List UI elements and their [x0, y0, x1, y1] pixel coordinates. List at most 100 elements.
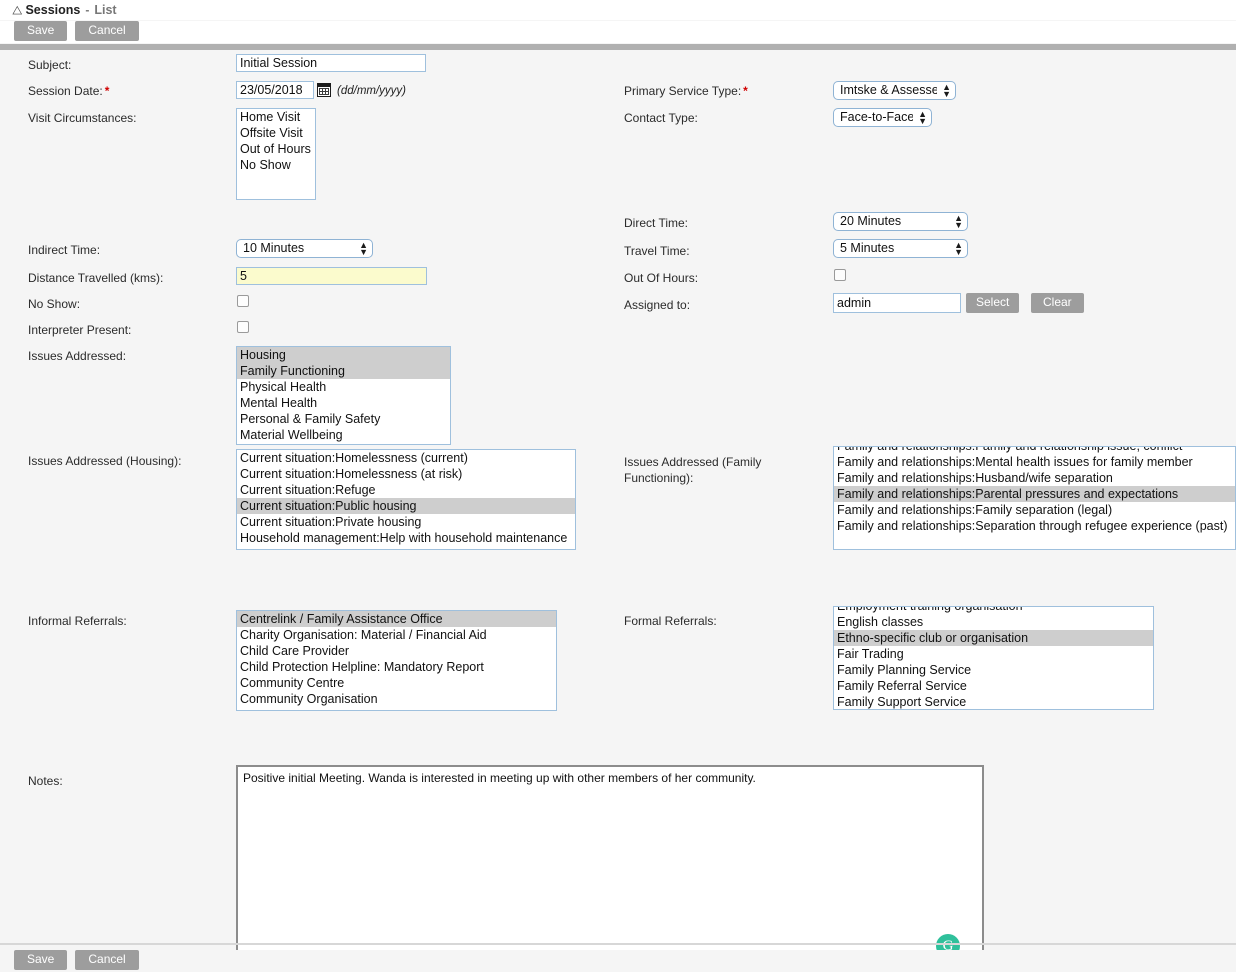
list-item[interactable]: Mental Health: [237, 395, 450, 411]
direct-time-select[interactable]: 20 Minutes: [833, 212, 968, 231]
list-item[interactable]: Family and relationships:Separation thro…: [834, 518, 1235, 534]
list-item[interactable]: Family and relationships:Family and rela…: [834, 447, 1235, 454]
list-item[interactable]: Personal & Family Safety: [237, 411, 450, 427]
subject-input[interactable]: [236, 54, 426, 72]
no-show-checkbox[interactable]: [237, 295, 249, 307]
issues-family-functioning-listbox[interactable]: Family and relationships:Family and rela…: [833, 446, 1236, 550]
no-show-label: No Show:: [28, 297, 81, 311]
save-button-bottom[interactable]: Save: [14, 950, 68, 970]
footer-divider: [0, 943, 1236, 945]
top-button-bar: Save Cancel: [0, 21, 1236, 43]
list-item[interactable]: Family and relationships:Parental pressu…: [834, 486, 1235, 502]
list-item[interactable]: Family and relationships:Husband/wife se…: [834, 470, 1235, 486]
contact-type-select[interactable]: Face-to-Face: [833, 108, 932, 127]
calendar-icon[interactable]: [317, 83, 331, 97]
header-divider: [0, 44, 1236, 50]
contact-type-label: Contact Type:: [624, 111, 698, 125]
list-item[interactable]: Family Referral Service: [834, 678, 1153, 694]
session-date-input[interactable]: [236, 81, 314, 99]
list-item[interactable]: Ethno-specific club or organisation: [834, 630, 1153, 646]
list-item[interactable]: Family Functioning: [237, 363, 450, 379]
list-item[interactable]: Community Centre: [237, 675, 556, 691]
out-of-hours-checkbox[interactable]: [834, 269, 846, 281]
primary-service-type-label-text: Primary Service Type:: [624, 84, 742, 98]
list-item[interactable]: Out of Hours: [237, 141, 315, 157]
assigned-to-label: Assigned to:: [624, 298, 691, 312]
notes-label: Notes:: [28, 774, 63, 788]
travel-time-label: Travel Time:: [624, 244, 690, 258]
list-item[interactable]: Home Visit: [237, 109, 315, 125]
travel-time-select-wrap: 5 Minutes ▲ ▼: [833, 239, 968, 258]
list-item[interactable]: Housing: [237, 347, 450, 363]
travel-time-select[interactable]: 5 Minutes: [833, 239, 968, 258]
indirect-time-label: Indirect Time:: [28, 243, 101, 257]
session-date-required-mark: *: [104, 84, 110, 98]
notes-textarea[interactable]: Positive initial Meeting. Wanda is inter…: [236, 765, 984, 972]
formal-referrals-label: Formal Referrals:: [624, 614, 717, 628]
interpreter-present-label: Interpreter Present:: [28, 323, 132, 337]
list-item[interactable]: Current situation:Public housing: [237, 498, 575, 514]
distance-travelled-label: Distance Travelled (kms):: [28, 271, 164, 285]
list-item[interactable]: Offsite Visit: [237, 125, 315, 141]
formal-referrals-listbox[interactable]: Employment training organisation English…: [833, 606, 1154, 710]
cancel-button-top[interactable]: Cancel: [75, 21, 139, 41]
list-item[interactable]: Current situation:Private housing: [237, 514, 575, 530]
notes-field-wrap: Positive initial Meeting. Wanda is inter…: [236, 765, 984, 972]
list-item[interactable]: Child Care Provider: [237, 643, 556, 659]
informal-referrals-listbox[interactable]: Centrelink / Family Assistance Office Ch…: [236, 610, 557, 711]
visit-circumstances-label: Visit Circumstances:: [28, 111, 137, 125]
session-date-format-hint: (dd/mm/yyyy): [337, 85, 406, 97]
list-item[interactable]: Current situation:Homelessness (current): [237, 450, 575, 466]
out-of-hours-label: Out Of Hours:: [624, 271, 699, 285]
list-item[interactable]: English classes: [834, 614, 1153, 630]
bottom-button-bar: Save Cancel: [0, 950, 1236, 972]
distance-travelled-input[interactable]: [236, 267, 427, 285]
issues-family-functioning-label-text: Issues Addressed (Family Functioning):: [624, 455, 762, 485]
primary-service-type-select[interactable]: Imtske & Assesse: [833, 81, 956, 100]
save-button-top[interactable]: Save: [14, 21, 68, 41]
list-item[interactable]: Material Wellbeing: [237, 427, 450, 443]
list-item[interactable]: Current situation:Homelessness (at risk): [237, 466, 575, 482]
list-item[interactable]: Family and relationships:Family separati…: [834, 502, 1235, 518]
primary-service-type-select-wrap: Imtske & Assesse ▲ ▼: [833, 81, 956, 100]
primary-service-type-required-mark: *: [743, 84, 748, 98]
issues-family-functioning-label: Issues Addressed (Family Functioning):: [624, 454, 814, 486]
subject-label: Subject:: [28, 58, 72, 72]
chevron-collapse-icon[interactable]: △: [12, 4, 22, 16]
issues-housing-label: Issues Addressed (Housing):: [28, 454, 182, 468]
indirect-time-select[interactable]: 10 Minutes: [236, 239, 373, 258]
list-item[interactable]: Current situation:Refuge: [237, 482, 575, 498]
list-item[interactable]: Centrelink / Family Assistance Office: [237, 611, 556, 627]
breadcrumb-title[interactable]: Sessions: [25, 3, 80, 17]
informal-referrals-label: Informal Referrals:: [28, 614, 127, 628]
list-item[interactable]: Community Organisation: [237, 691, 556, 707]
list-item[interactable]: Household management:Help with household…: [237, 530, 575, 546]
breadcrumb-subtitle[interactable]: List: [94, 3, 116, 17]
list-item[interactable]: Fair Trading: [834, 646, 1153, 662]
list-item[interactable]: Physical Health: [237, 379, 450, 395]
session-date-label-text: Session Date:: [28, 84, 103, 98]
assigned-to-clear-button[interactable]: Clear: [1031, 293, 1084, 313]
issues-addressed-listbox[interactable]: Housing Family Functioning Physical Heal…: [236, 346, 451, 445]
list-item[interactable]: Family Support Service: [834, 694, 1153, 709]
interpreter-present-checkbox[interactable]: [237, 321, 249, 333]
breadcrumb-separator: -: [85, 3, 90, 17]
list-item[interactable]: Child Protection Helpline: Mandatory Rep…: [237, 659, 556, 675]
list-item[interactable]: Employment training organisation: [834, 607, 1153, 614]
issues-housing-listbox[interactable]: Current situation:Homelessness (current)…: [236, 449, 576, 550]
list-item[interactable]: Family Planning Service: [834, 662, 1153, 678]
visit-circumstances-listbox[interactable]: Home Visit Offsite Visit Out of Hours No…: [236, 108, 316, 200]
primary-service-type-label: Primary Service Type: *: [624, 84, 748, 98]
list-item[interactable]: Charity Organisation: Material / Financi…: [237, 627, 556, 643]
session-date-label: Session Date: *: [28, 84, 109, 98]
list-item[interactable]: Family and relationships:Mental health i…: [834, 454, 1235, 470]
cancel-button-bottom[interactable]: Cancel: [75, 950, 139, 970]
assigned-to-select-button[interactable]: Select: [966, 293, 1020, 313]
contact-type-select-wrap: Face-to-Face ▲ ▼: [833, 108, 932, 127]
list-item[interactable]: No Show: [237, 157, 315, 173]
direct-time-label: Direct Time:: [624, 216, 689, 230]
direct-time-select-wrap: 20 Minutes ▲ ▼: [833, 212, 968, 231]
issues-addressed-label: Issues Addressed:: [28, 349, 127, 363]
assigned-to-input[interactable]: [833, 293, 961, 313]
breadcrumb: △ Sessions - List: [0, 0, 1236, 20]
